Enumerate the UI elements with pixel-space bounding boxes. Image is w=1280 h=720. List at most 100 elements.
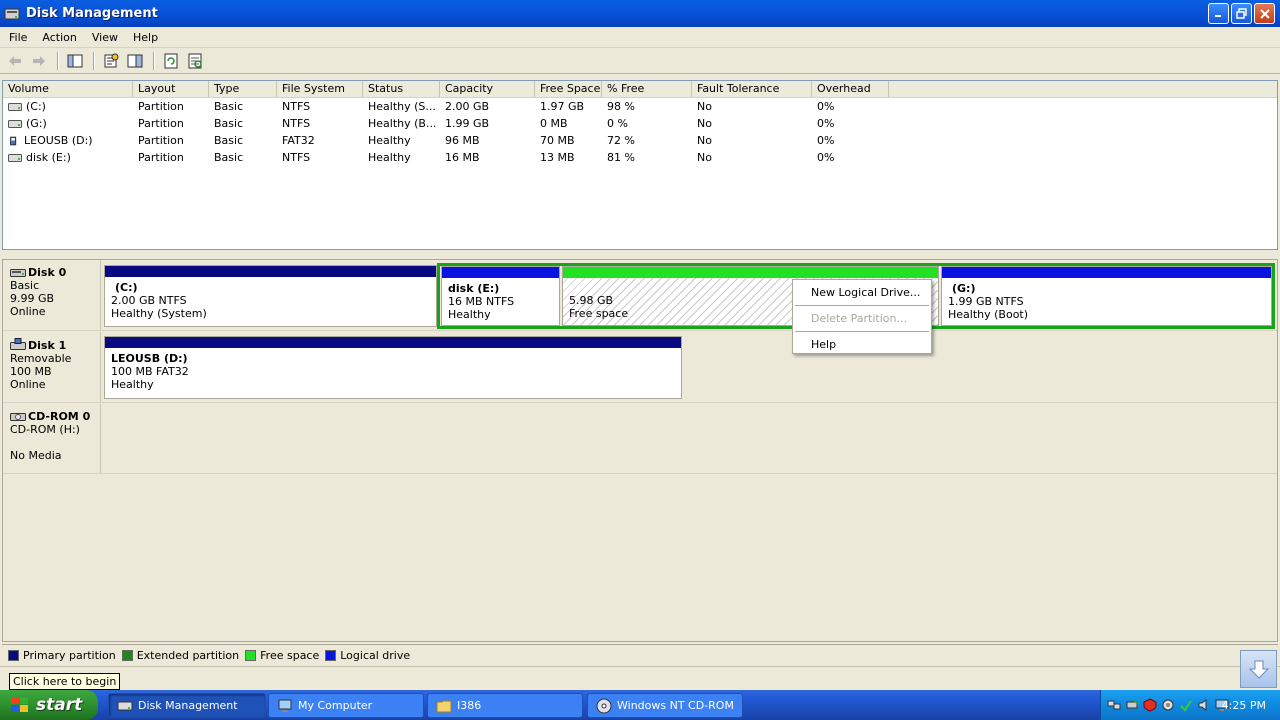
menu-help[interactable]: Help: [127, 31, 164, 44]
disk-status: Online: [10, 305, 46, 318]
fault-tolerance-cell: No: [697, 151, 712, 164]
taskbar-windows-nt-cd-rom[interactable]: Windows NT CD-ROM: [587, 693, 743, 718]
restore-icon: [1236, 8, 1247, 19]
layout-cell: Partition: [138, 117, 184, 130]
column-percent-free[interactable]: % Free: [602, 81, 692, 97]
safely-remove-hardware-icon[interactable]: [1125, 698, 1139, 712]
free-swatch: [245, 650, 257, 661]
capacity-cell: 16 MB: [445, 151, 480, 164]
partition-size: 1.99 GB NTFS: [948, 295, 1024, 308]
column-file-system[interactable]: File System: [277, 81, 363, 97]
show-hide-console-tree-button[interactable]: [64, 50, 86, 72]
task-label: Disk Management: [138, 699, 238, 712]
minimize-button[interactable]: [1208, 3, 1229, 24]
column-layout[interactable]: Layout: [133, 81, 209, 97]
settings-icon[interactable]: [1161, 698, 1175, 712]
disk-1-label[interactable]: Disk 1 Removable 100 MB Online: [3, 332, 101, 402]
column-type[interactable]: Type: [209, 81, 277, 97]
start-button[interactable]: start: [0, 690, 98, 720]
overhead-cell: 0%: [817, 100, 835, 113]
table-row[interactable]: disk (E:) Partition Basic NTFS Healthy 1…: [3, 149, 1277, 166]
partition-c[interactable]: (C:) 2.00 GB NTFS Healthy (System): [104, 265, 437, 327]
menu-file[interactable]: File: [3, 31, 33, 44]
volume-name: (G:): [26, 117, 47, 130]
disk-size: 9.99 GB: [10, 292, 55, 305]
status-cell: Healthy: [368, 151, 411, 164]
back-button[interactable]: [4, 50, 26, 72]
close-button[interactable]: [1254, 3, 1275, 24]
disk-size: 100 MB: [10, 365, 52, 378]
layout-cell: Partition: [138, 151, 184, 164]
properties-button[interactable]: [100, 50, 122, 72]
cdrom-drive: CD-ROM (H:): [10, 423, 80, 436]
disk-management-icon: [117, 701, 133, 710]
legend: Primary partition Extended partition Fre…: [2, 644, 1278, 666]
partition-e[interactable]: disk (E:) 16 MB NTFS Healthy: [441, 266, 560, 326]
task-label: My Computer: [298, 699, 373, 712]
column-fault-tolerance[interactable]: Fault Tolerance: [692, 81, 812, 97]
partition-d[interactable]: LEOUSB (D:) 100 MB FAT32 Healthy: [104, 336, 682, 399]
free-space-cell: 0 MB: [540, 117, 568, 130]
network-icon[interactable]: [1107, 698, 1121, 712]
legend-extended: Extended partition: [121, 649, 240, 662]
taskbar-my-computer[interactable]: My Computer: [268, 693, 424, 718]
cdrom-0-label[interactable]: CD-ROM 0 CD-ROM (H:) No Media: [3, 404, 101, 473]
disk-status: Online: [10, 378, 46, 391]
forward-button[interactable]: [28, 50, 50, 72]
column-capacity[interactable]: Capacity: [440, 81, 535, 97]
context-menu: New Logical Drive... Delete Partition...…: [792, 279, 932, 354]
volume-name: disk (E:): [26, 151, 71, 164]
column-overhead[interactable]: Overhead: [812, 81, 889, 97]
pane-splitter[interactable]: [0, 251, 1280, 257]
percent-free-cell: 98 %: [607, 100, 635, 113]
volume-icon[interactable]: [1197, 698, 1211, 712]
menu-view[interactable]: View: [86, 31, 124, 44]
disk-1-row: Disk 1 Removable 100 MB Online LEOUSB (D…: [3, 332, 1277, 403]
hard-drive-icon: [8, 153, 22, 162]
back-arrow-icon: [9, 56, 21, 66]
help-button[interactable]: [124, 50, 146, 72]
menu-item-new-logical-drive[interactable]: New Logical Drive...: [793, 284, 931, 302]
menu-action[interactable]: Action: [36, 31, 82, 44]
disk-type: Removable: [10, 352, 72, 365]
menu-separator: [795, 331, 929, 332]
volume-cell: disk (E:): [3, 151, 133, 164]
free-space-cell: 70 MB: [540, 134, 575, 147]
volume-list-header: Volume Layout Type File System Status Ca…: [3, 81, 1277, 98]
legend-logical: Logical drive: [325, 649, 410, 662]
table-row[interactable]: (C:) Partition Basic NTFS Healthy (S... …: [3, 98, 1277, 115]
overhead-cell: 0%: [817, 151, 835, 164]
layout-cell: Partition: [138, 100, 184, 113]
security-alert-icon[interactable]: [1143, 698, 1157, 712]
disk-0-label[interactable]: Disk 0 Basic 9.99 GB Online: [3, 260, 101, 330]
legend-label: Extended partition: [136, 649, 240, 662]
file-system-cell: FAT32: [282, 134, 315, 147]
table-row[interactable]: (G:) Partition Basic NTFS Healthy (B... …: [3, 115, 1277, 132]
column-free-space[interactable]: Free Space: [535, 81, 602, 97]
partition-g[interactable]: (G:) 1.99 GB NTFS Healthy (Boot): [941, 266, 1272, 326]
hard-drive-icon: [8, 102, 22, 111]
maximize-button[interactable]: [1231, 3, 1252, 24]
legend-primary: Primary partition: [8, 649, 116, 662]
extended-swatch: [121, 650, 133, 661]
folder-icon: [436, 700, 452, 712]
taskbar-disk-management[interactable]: Disk Management: [108, 693, 266, 718]
capacity-cell: 1.99 GB: [445, 117, 490, 130]
toolbar-separator: [93, 52, 95, 70]
cdrom-status: No Media: [10, 449, 62, 462]
menu-item-help[interactable]: Help: [793, 336, 931, 354]
clock[interactable]: 4:25 PM: [1222, 699, 1266, 712]
scroll-down-button[interactable]: [1240, 650, 1277, 688]
legend-free: Free space: [245, 649, 319, 662]
rescan-button[interactable]: [184, 50, 206, 72]
taskbar-i386[interactable]: I386: [427, 693, 583, 718]
refresh-button[interactable]: [160, 50, 182, 72]
column-volume[interactable]: Volume: [3, 81, 133, 97]
table-row[interactable]: LEOUSB (D:) Partition Basic FAT32 Health…: [3, 132, 1277, 149]
update-icon[interactable]: [1179, 698, 1193, 712]
menu-item-delete-partition: Delete Partition...: [811, 312, 907, 325]
cdrom-0-row: CD-ROM 0 CD-ROM (H:) No Media: [3, 404, 1277, 474]
partition-name: (G:): [952, 282, 976, 295]
file-system-cell: NTFS: [282, 151, 311, 164]
column-status[interactable]: Status: [363, 81, 440, 97]
